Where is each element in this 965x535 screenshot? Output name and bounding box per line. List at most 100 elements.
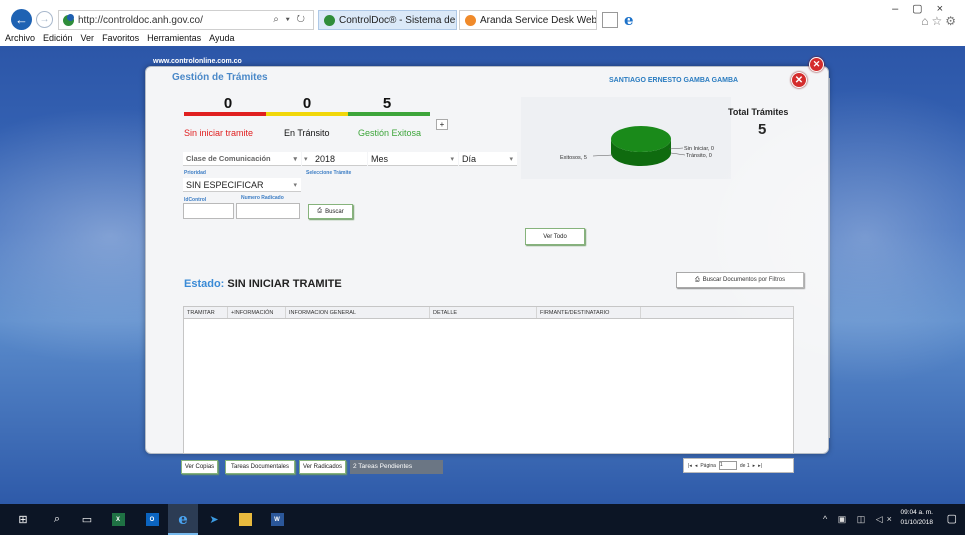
mes-select[interactable]: Mes ▾: [368, 152, 458, 166]
buscar-filtros-button[interactable]: ⎙ Buscar Documentos por Filtros: [676, 272, 804, 288]
results-grid: TRAMITAR +INFORMACIÓN INFORMACION GENERA…: [183, 306, 794, 454]
tareas-documentales-button[interactable]: Tareas Documentales: [225, 460, 295, 474]
last-page-icon[interactable]: ▸|: [758, 463, 762, 469]
outlook-app[interactable]: O: [137, 504, 167, 535]
buscar-button[interactable]: ⎙ Buscar: [308, 204, 353, 219]
notifications-icon[interactable]: ▢: [947, 512, 957, 525]
prev-page-icon[interactable]: ◂: [695, 463, 698, 469]
taskbar: ⊞ ⌕ ▭ X O e ➤ W ^ ▣ ◫ ◁× 09:04 a. m. 01/…: [0, 504, 965, 535]
site-favicon-icon: [63, 13, 74, 26]
estado-value: SIN INICIAR TRAMITE: [227, 278, 342, 290]
counter-sin-iniciar: 0: [223, 95, 233, 112]
dia-select[interactable]: Día ▾: [459, 152, 517, 166]
menu-ayuda[interactable]: Ayuda: [209, 33, 234, 46]
pager-prefix: Página: [700, 462, 716, 469]
pie-label-exitosos: Exitosos, 5: [560, 155, 587, 161]
anio-select[interactable]: 2018 ▾: [302, 152, 367, 166]
ver-radicados-button[interactable]: Ver Radicados: [299, 460, 346, 474]
address-bar[interactable]: http://controldoc.anh.gov.co/ ⌕ ▾ ↻: [58, 10, 314, 30]
new-tab-button[interactable]: [602, 12, 618, 28]
forward-button[interactable]: →: [36, 11, 53, 28]
task-view-button[interactable]: ▭: [72, 504, 102, 535]
outlook-icon: O: [145, 513, 159, 526]
idcontrol-input[interactable]: [183, 203, 234, 219]
tareas-pendientes-badge[interactable]: 2 Tareas Pendientes: [350, 460, 443, 474]
menu-archivo[interactable]: Archivo: [5, 33, 35, 46]
search-icon: ⌕: [53, 513, 61, 525]
expand-button[interactable]: +: [436, 119, 448, 130]
total-tramites-title: Total Trámites: [728, 107, 789, 117]
clock-time: 09:04 a. m.: [900, 509, 933, 516]
tab-aranda[interactable]: Aranda Service Desk Web Editi... ×: [459, 10, 597, 30]
column-header[interactable]: TRAMITAR: [184, 307, 228, 318]
pager: |◂ ◂ Página 1 de 1 ▸ ▸|: [683, 458, 794, 473]
numero-radicado-label: Numero Radicado: [241, 195, 284, 201]
column-header[interactable]: DETALLE: [430, 307, 537, 318]
select-value: Día: [462, 153, 477, 164]
ie-icon[interactable]: e: [624, 11, 634, 29]
menu-herramientas[interactable]: Herramientas: [147, 33, 201, 46]
clock-date: 01/10/2018: [900, 519, 933, 526]
folder-icon: [238, 513, 252, 526]
arrow-left-icon: ←: [15, 12, 28, 27]
address-url: http://controldoc.anh.gov.co/: [78, 14, 203, 26]
pie-slice[interactable]: [611, 126, 671, 152]
tab-controldoc[interactable]: ControlDoc® - Sistema de ... ×: [318, 10, 457, 30]
controldoc-icon: [324, 14, 335, 26]
excel-app[interactable]: X: [103, 504, 133, 535]
column-header[interactable]: [641, 307, 793, 318]
ver-todo-button[interactable]: Ver Todo: [525, 228, 585, 245]
menu-favoritos[interactable]: Favoritos: [102, 33, 139, 46]
menu-ver[interactable]: Ver: [81, 33, 95, 46]
arrow-right-icon: →: [39, 14, 50, 25]
bar-exitosa: [348, 112, 430, 116]
numero-radicado-input[interactable]: [236, 203, 300, 219]
pie-leader-line: [592, 154, 614, 157]
home-star-gear-icons[interactable]: ⌂☆⚙: [921, 14, 959, 28]
next-page-icon[interactable]: ▸: [753, 463, 756, 469]
page-input[interactable]: 1: [718, 461, 737, 470]
back-button[interactable]: ←: [11, 9, 32, 30]
prioridad-select[interactable]: SIN ESPECIFICAR ▾: [183, 178, 301, 192]
start-button[interactable]: ⊞: [8, 504, 38, 535]
pie-leader-line: [668, 147, 684, 150]
tab-label: ControlDoc® - Sistema de ...: [339, 14, 457, 26]
word-app[interactable]: W: [262, 504, 292, 535]
app-arrow[interactable]: ➤: [199, 504, 229, 535]
column-header[interactable]: INFORMACION GENERAL: [286, 307, 430, 318]
ie-app[interactable]: e: [168, 504, 198, 535]
search-refresh-icon[interactable]: ⌕ ▾ ↻: [273, 14, 307, 25]
select-value: 2018: [315, 153, 336, 164]
system-tray-icons[interactable]: ^ ▣ ◫ ◁×: [823, 514, 896, 525]
label-exitosa[interactable]: Gestión Exitosa: [358, 128, 421, 138]
ver-copias-button[interactable]: Ver Copias: [181, 460, 218, 474]
menu-edicion[interactable]: Edición: [43, 33, 73, 46]
column-header[interactable]: +INFORMACIÓN: [228, 307, 286, 318]
counter-exitosa: 5: [382, 95, 392, 112]
button-label: Ver Copias: [184, 464, 215, 470]
arrow-app-icon: ➤: [209, 514, 219, 526]
search-button[interactable]: ⌕: [42, 504, 72, 535]
label-sin-iniciar[interactable]: Sin iniciar tramite: [184, 128, 253, 138]
counter-transito: 0: [302, 95, 312, 112]
chevron-down-icon: ▾: [293, 155, 297, 163]
pie-label-transito: Tránsito, 0: [686, 153, 712, 159]
pie-chart-area: Exitosos, 5 Sin Iniciar, 0 Tránsito, 0: [521, 97, 731, 179]
column-header[interactable]: FIRMANTE/DESTINATARIO: [537, 307, 641, 318]
modal-site-label: www.controlonline.com.co: [153, 58, 242, 65]
chevron-down-icon: ▾: [450, 155, 454, 163]
grid-header: TRAMITAR +INFORMACIÓN INFORMACION GENERA…: [184, 307, 793, 319]
close-modal-button[interactable]: ✕: [791, 72, 807, 88]
excel-icon: X: [111, 513, 125, 526]
file-explorer-app[interactable]: [230, 504, 260, 535]
first-page-icon[interactable]: |◂: [688, 463, 692, 469]
user-name: SANTIAGO ERNESTO GAMBA GAMBA: [609, 77, 739, 84]
label-transito[interactable]: En Tránsito: [284, 128, 330, 138]
select-value: Mes: [371, 153, 389, 164]
clase-comunicacion-select[interactable]: Clase de Comunicación ▾: [183, 152, 301, 166]
word-icon: W: [270, 513, 284, 526]
close-outer-button[interactable]: ✕: [809, 57, 824, 72]
pager-suffix: de 1: [739, 462, 750, 469]
pie-leader-line: [670, 152, 686, 156]
clock[interactable]: 09:04 a. m. 01/10/2018: [900, 508, 933, 528]
